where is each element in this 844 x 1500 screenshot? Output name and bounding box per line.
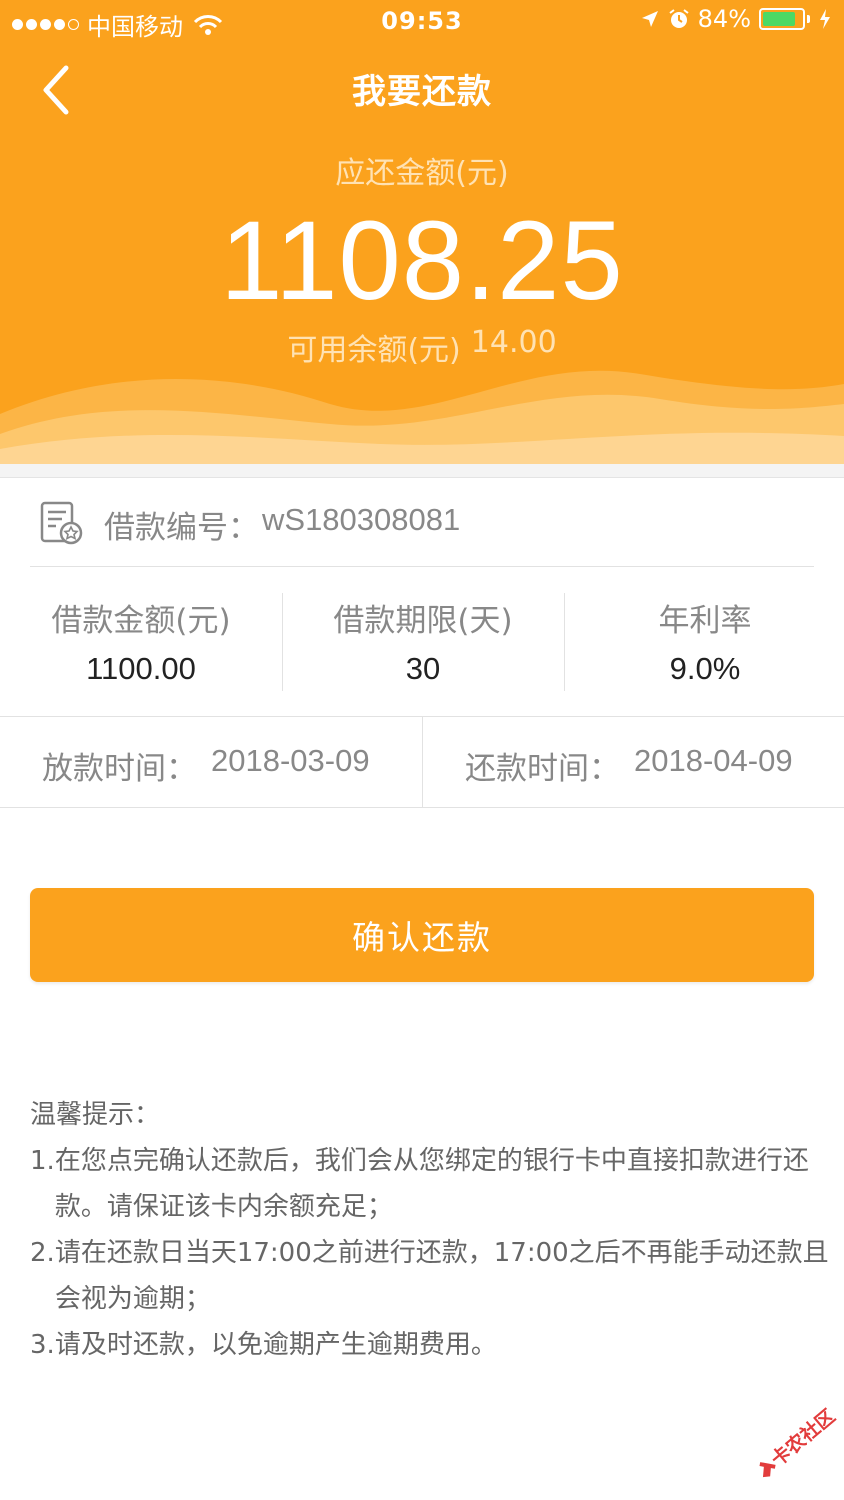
header-banner: 中国移动 09:53 84% 我要还款 应还金额(元) 1108.25 可用余额… bbox=[0, 0, 844, 464]
tip-text: 在您点完确认还款后，我们会从您绑定的银行卡中直接扣款进行还款。请保证该卡内余额充… bbox=[54, 1146, 809, 1222]
tip-number: 3. bbox=[30, 1330, 55, 1360]
divider bbox=[0, 807, 844, 808]
disburse-date-label: 放款时间： bbox=[42, 751, 197, 787]
charging-bolt-icon bbox=[820, 9, 830, 29]
watermark-logo: 卡农社区 bbox=[759, 1404, 839, 1478]
loan-stats: 借款金额(元) 1100.00 借款期限(天) 30 年利率 9.0% bbox=[0, 567, 844, 715]
battery-icon bbox=[759, 8, 805, 30]
page-title: 我要还款 bbox=[352, 72, 492, 112]
tips-section: 温馨提示： 1. 在您点完确认还款后，我们会从您绑定的银行卡中直接扣款进行还款。… bbox=[30, 1092, 830, 1368]
disburse-date: 放款时间： 2018-03-09 bbox=[42, 743, 370, 788]
loan-id-label: 借款编号： bbox=[104, 510, 259, 546]
stat-loan-amount: 借款金额(元) 1100.00 bbox=[0, 567, 282, 715]
location-arrow-icon bbox=[641, 11, 658, 27]
tip-text: 请在还款日当天17:00之前进行还款，17:00之后不再能手动还款且会视为逾期； bbox=[54, 1238, 829, 1314]
stat-loan-term: 借款期限(天) 30 bbox=[282, 567, 564, 715]
loan-dates: 放款时间： 2018-03-09 还款时间： 2018-04-09 bbox=[0, 717, 844, 807]
tip-number: 2. bbox=[30, 1238, 55, 1268]
disburse-date-value: 2018-03-09 bbox=[211, 743, 370, 778]
section-gap bbox=[0, 464, 844, 478]
tip-text: 请及时还款，以免逾期产生逾期费用。 bbox=[54, 1330, 497, 1360]
decorative-wave bbox=[0, 370, 844, 464]
battery-percent: 84% bbox=[697, 5, 751, 33]
repay-date-label: 还款时间： bbox=[465, 751, 620, 787]
stat-label: 年利率 bbox=[658, 603, 752, 639]
divider bbox=[282, 593, 283, 691]
repay-date: 还款时间： 2018-04-09 bbox=[465, 743, 793, 788]
tip-item: 3. 请及时还款，以免逾期产生逾期费用。 bbox=[30, 1322, 830, 1368]
stat-annual-rate: 年利率 9.0% bbox=[564, 567, 844, 715]
repay-date-value: 2018-04-09 bbox=[634, 743, 793, 778]
divider bbox=[422, 717, 423, 807]
alarm-icon bbox=[669, 9, 689, 28]
loan-id-row: 借款编号： wS180308081 bbox=[0, 478, 844, 566]
stat-value: 1100.00 bbox=[86, 651, 196, 686]
document-badge-icon bbox=[40, 501, 83, 545]
tip-number: 1. bbox=[30, 1146, 55, 1176]
tips-title: 温馨提示： bbox=[30, 1100, 161, 1130]
stat-label: 借款期限(天) bbox=[333, 603, 513, 639]
stat-label: 借款金额(元) bbox=[51, 603, 231, 639]
watermark-text: 卡农社区 bbox=[766, 1404, 839, 1470]
divider bbox=[564, 593, 565, 691]
tip-item: 1. 在您点完确认还款后，我们会从您绑定的银行卡中直接扣款进行还款。请保证该卡内… bbox=[30, 1138, 830, 1230]
due-amount-label: 应还金额(元) bbox=[335, 156, 509, 191]
status-bar: 中国移动 09:53 84% bbox=[0, 0, 844, 42]
stat-value: 9.0% bbox=[669, 651, 741, 686]
due-amount-value: 1108.25 bbox=[220, 198, 624, 323]
confirm-repayment-button[interactable]: 确认还款 bbox=[30, 888, 814, 982]
loan-id-value: wS180308081 bbox=[262, 502, 461, 537]
stat-value: 30 bbox=[405, 651, 441, 686]
tip-item: 2. 请在还款日当天17:00之前进行还款，17:00之后不再能手动还款且会视为… bbox=[30, 1230, 830, 1322]
